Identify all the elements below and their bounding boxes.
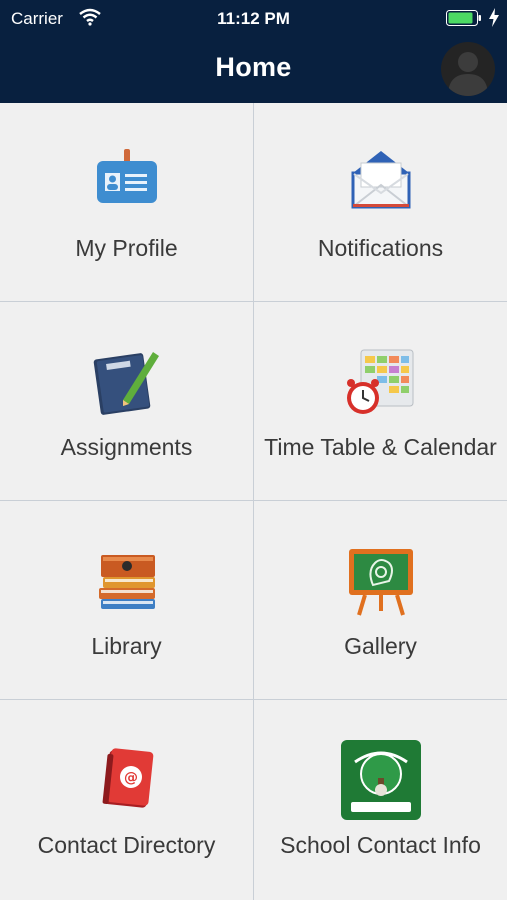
home-menu-grid: My Profile Notifications Assignments Tim… [0,103,507,900]
tile-label: School Contact Info [280,832,481,858]
id-card-icon [96,149,157,203]
book-stack-icon [98,555,155,609]
address-book-icon: @ [102,748,153,808]
battery-icon [446,10,481,26]
tile-school-contact-info[interactable]: School Contact Info [254,700,507,900]
tile-label: Notifications [317,235,444,261]
tile-notifications[interactable]: Notifications [254,103,507,302]
tile-assignments[interactable]: Assignments [0,302,254,501]
tile-library[interactable]: Library [0,501,254,700]
calendar-clock-icon [346,349,413,414]
profile-avatar[interactable] [441,42,495,96]
tile-label: Assignments [60,434,193,460]
svg-text:@: @ [124,770,138,786]
envelope-icon [351,151,410,209]
status-bar: Carrier 11:12 PM [0,0,507,36]
tile-contact-directory[interactable]: @ Contact Directory [0,700,254,900]
tile-label: Contact Directory [37,832,216,858]
tile-my-profile[interactable]: My Profile [0,103,254,302]
charging-bolt-icon [489,8,499,27]
status-time: 11:12 PM [217,9,290,28]
tile-gallery[interactable]: Gallery [254,501,507,700]
notebook-pencil-icon [93,352,159,415]
user-avatar-icon [448,52,488,96]
page-title: Home [215,52,292,82]
tile-label: Time Table & Calendar [264,434,497,460]
tile-label: Gallery [344,633,417,659]
app-header: Carrier 11:12 PM Home [0,0,507,103]
tile-label: Library [91,633,162,659]
chalkboard-icon [348,549,413,616]
tile-time-table-calendar[interactable]: Time Table & Calendar [254,302,507,501]
tile-label: My Profile [75,235,178,261]
school-logo-icon [340,740,421,820]
